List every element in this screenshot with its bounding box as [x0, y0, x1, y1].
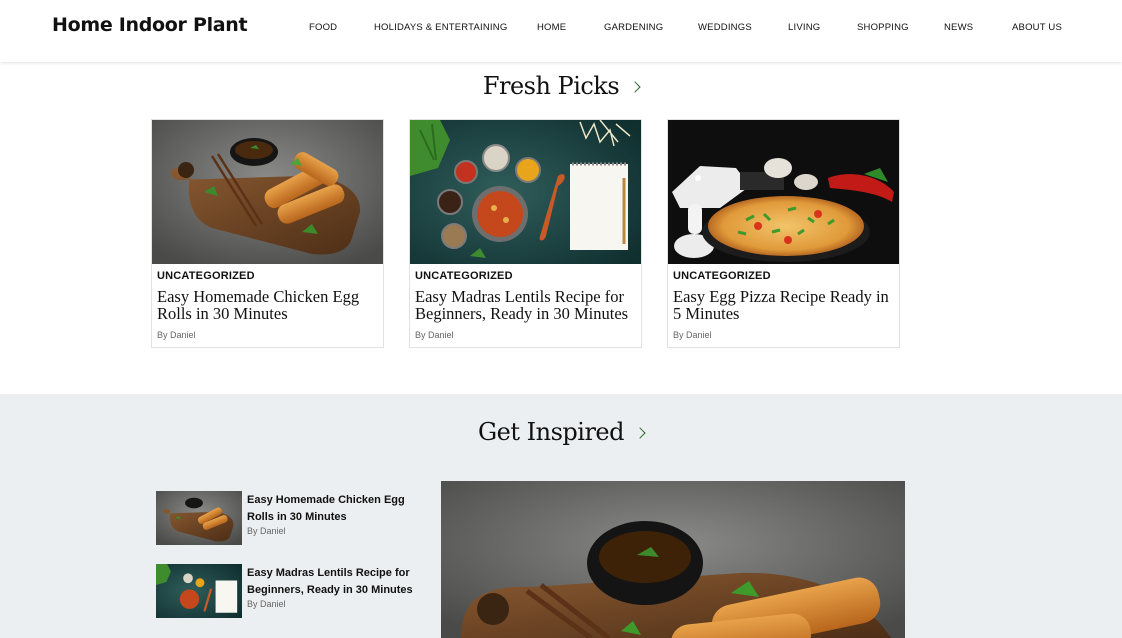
pizza-photo	[668, 120, 899, 264]
chevron-right-icon	[629, 81, 641, 93]
nav-item-holidays[interactable]: HOLIDAYS & ENTERTAINING	[374, 22, 507, 33]
card-byline: By Daniel	[415, 330, 454, 340]
get-inspired-section: Get Inspired Easy Homemade Chicken Egg R…	[0, 394, 1122, 638]
chevron-right-icon	[634, 427, 646, 439]
nav-item-news[interactable]: NEWS	[944, 22, 973, 33]
list-item-byline: By Daniel	[247, 526, 286, 536]
nav-item-shopping[interactable]: SHOPPING	[857, 22, 909, 33]
list-item[interactable]: Easy Madras Lentils Recipe for Beginners…	[156, 564, 416, 620]
nav-item-home[interactable]: HOME	[537, 22, 566, 33]
article-card[interactable]: UNCATEGORIZED Easy Homemade Chicken Egg …	[151, 119, 384, 348]
article-card[interactable]: UNCATEGORIZED Easy Egg Pizza Recipe Read…	[667, 119, 900, 348]
fresh-picks-title: Fresh Picks	[482, 72, 620, 100]
card-category[interactable]: UNCATEGORIZED	[157, 270, 255, 282]
card-category[interactable]: UNCATEGORIZED	[415, 270, 513, 282]
list-item-title[interactable]: Easy Madras Lentils Recipe for Beginners…	[247, 565, 413, 598]
list-item-byline: By Daniel	[247, 599, 286, 609]
nav-item-food[interactable]: FOOD	[309, 22, 337, 33]
lentils-photo	[410, 120, 641, 264]
site-header: Home Indoor Plant FOOD HOLIDAYS & ENTERT…	[0, 0, 1122, 62]
card-byline: By Daniel	[673, 330, 712, 340]
nav-item-gardening[interactable]: GARDENING	[604, 22, 663, 33]
egg-rolls-photo	[152, 120, 383, 264]
featured-article-image[interactable]	[441, 481, 905, 638]
list-item[interactable]: Easy Homemade Chicken Egg Rolls in 30 Mi…	[156, 491, 416, 547]
card-title[interactable]: Easy Egg Pizza Recipe Ready in 5 Minutes	[673, 288, 897, 322]
nav-item-weddings[interactable]: WEDDINGS	[698, 22, 752, 33]
card-title[interactable]: Easy Madras Lentils Recipe for Beginners…	[415, 288, 639, 322]
get-inspired-title: Get Inspired	[478, 418, 624, 446]
list-item-title[interactable]: Easy Homemade Chicken Egg Rolls in 30 Mi…	[247, 492, 413, 525]
nav-item-about-us[interactable]: ABOUT US	[1012, 22, 1062, 33]
egg-rolls-large-photo	[441, 481, 905, 638]
card-category[interactable]: UNCATEGORIZED	[673, 270, 771, 282]
egg-rolls-photo	[156, 491, 242, 545]
nav-item-living[interactable]: LIVING	[788, 22, 820, 33]
main-nav: FOOD HOLIDAYS & ENTERTAINING HOME GARDEN…	[0, 22, 1122, 36]
lentils-photo	[156, 564, 242, 618]
article-card[interactable]: UNCATEGORIZED Easy Madras Lentils Recipe…	[409, 119, 642, 348]
card-title[interactable]: Easy Homemade Chicken Egg Rolls in 30 Mi…	[157, 288, 381, 322]
get-inspired-heading[interactable]: Get Inspired	[0, 418, 1122, 446]
card-byline: By Daniel	[157, 330, 196, 340]
fresh-picks-heading[interactable]: Fresh Picks	[0, 72, 1122, 100]
